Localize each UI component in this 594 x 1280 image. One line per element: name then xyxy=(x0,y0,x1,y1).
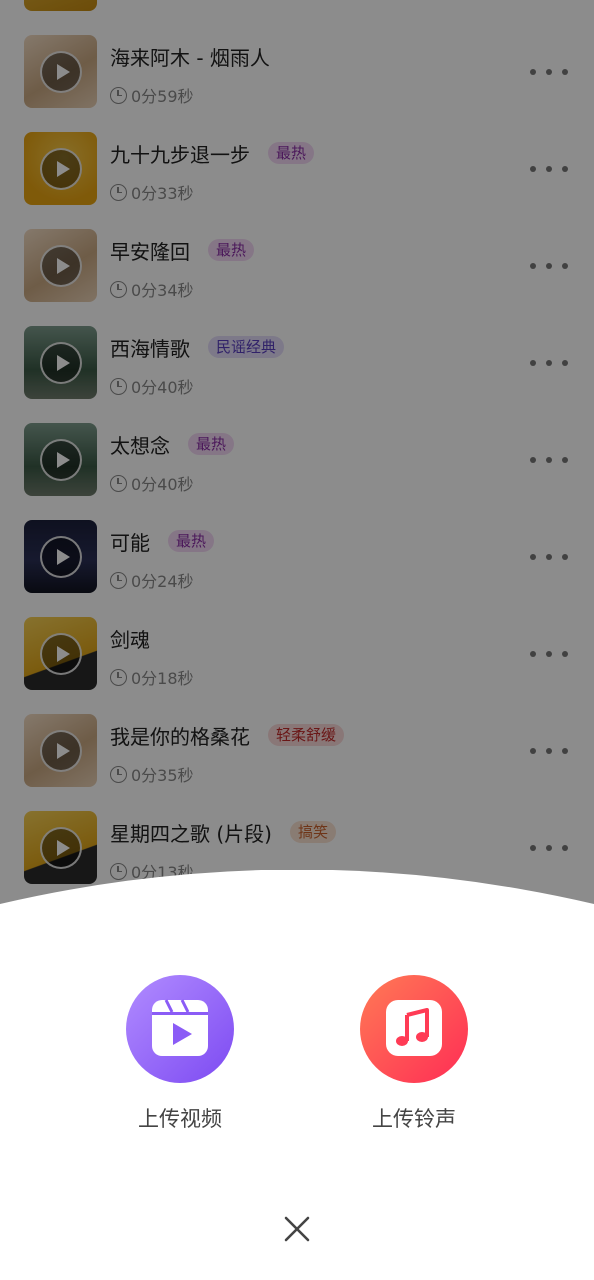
video-reel-icon xyxy=(152,999,208,1056)
music-note-icon xyxy=(386,1000,442,1056)
upload-ringtone-label: 上传铃声 xyxy=(372,1107,456,1131)
upload-ringtone-circle[interactable] xyxy=(360,975,468,1083)
upload-video-circle[interactable] xyxy=(126,975,234,1083)
upload-video-label: 上传视频 xyxy=(138,1107,222,1131)
upload-ringtone-button[interactable]: 上传铃声 xyxy=(334,975,494,1133)
upload-video-button[interactable]: 上传视频 xyxy=(100,975,260,1133)
close-icon[interactable] xyxy=(280,1212,314,1246)
upload-bottom-sheet: 上传视频 上传铃声 xyxy=(0,870,594,1280)
